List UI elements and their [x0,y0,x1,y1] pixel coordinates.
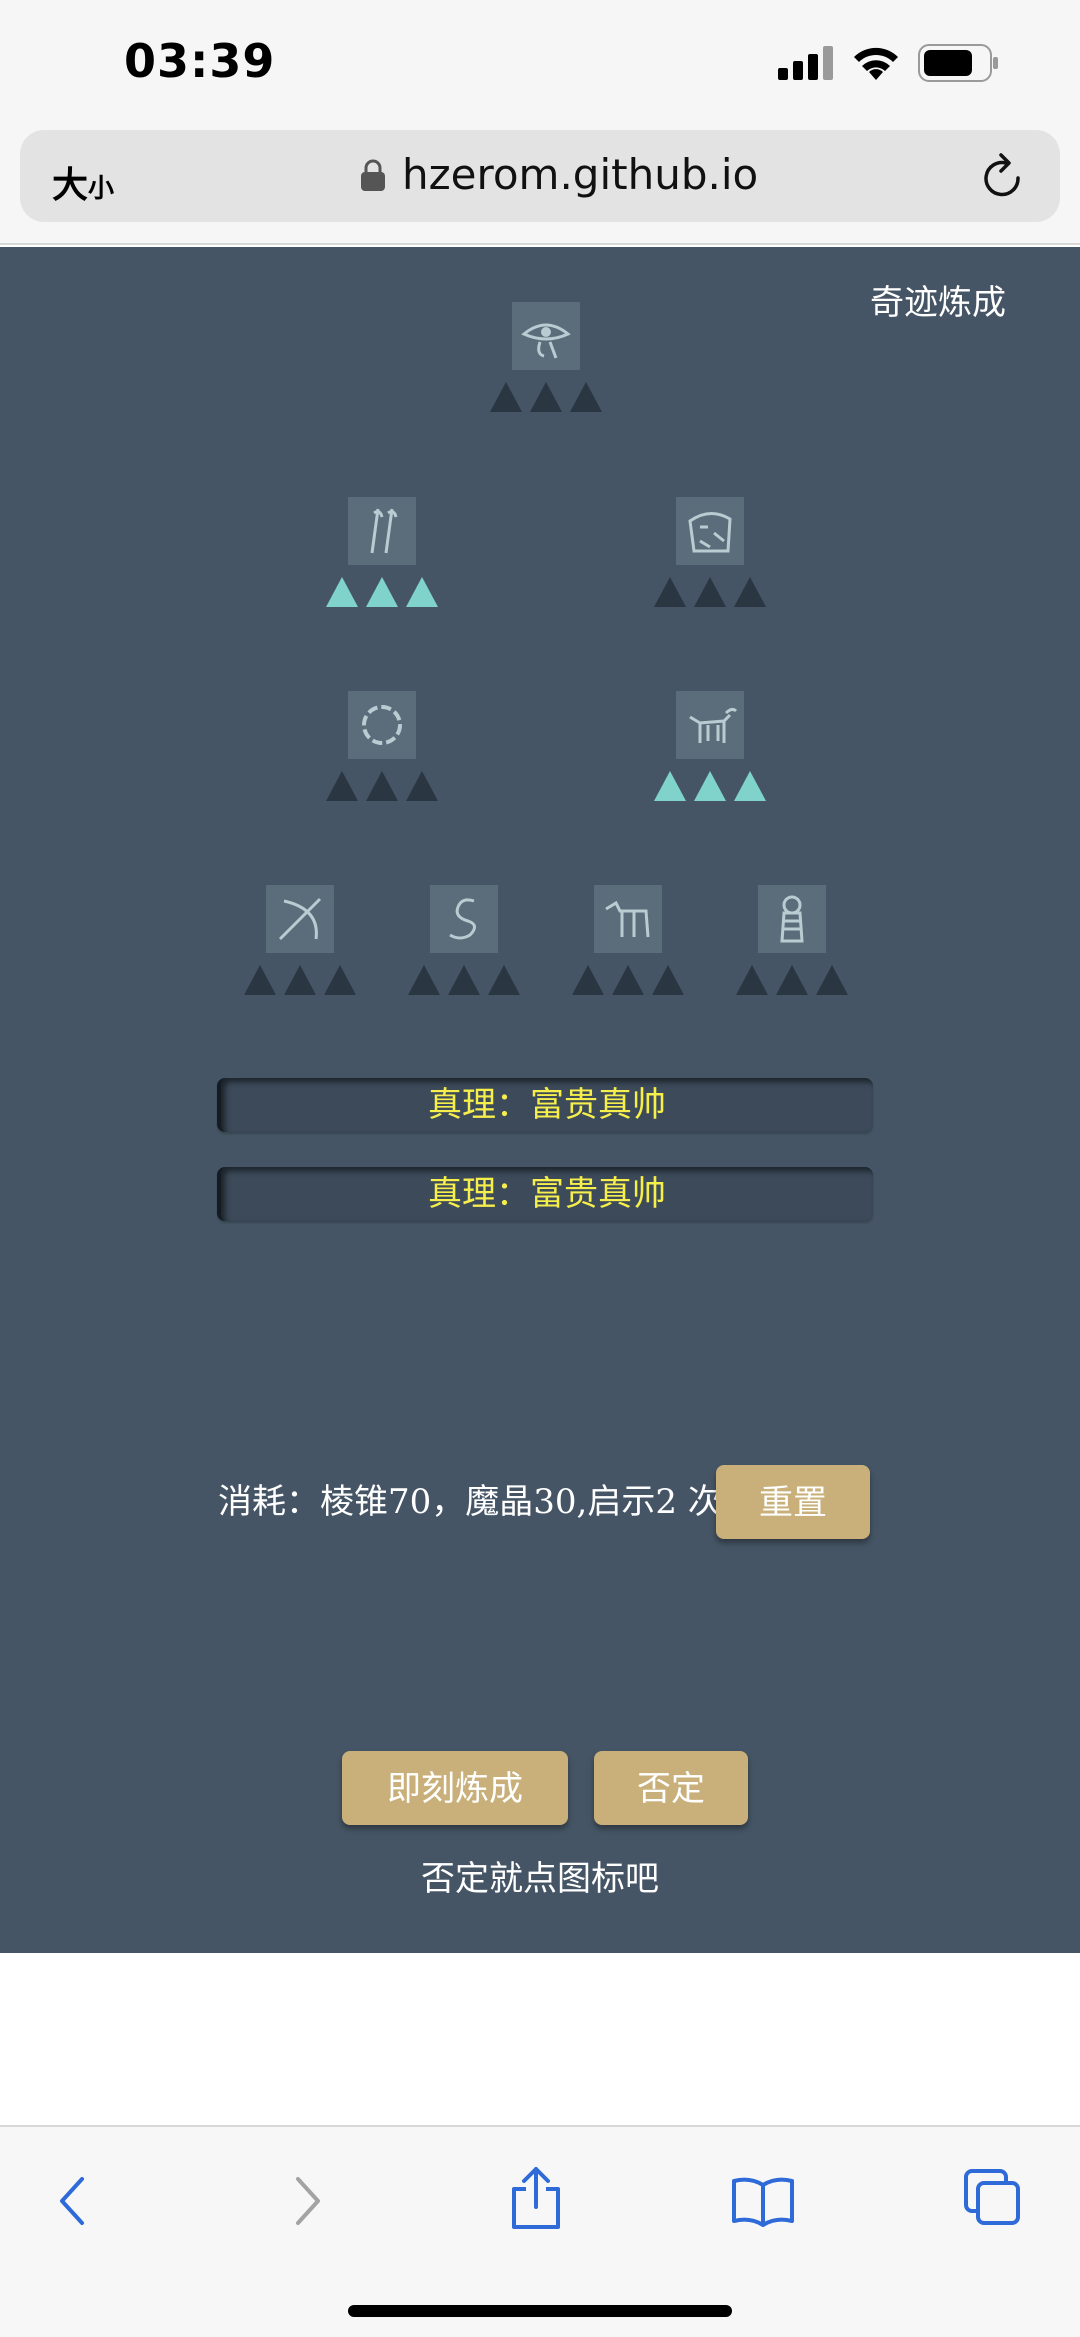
address-bar[interactable]: 大小 hzerom.github.io [20,130,1060,222]
lion-head-icon [676,497,744,565]
lock-icon [361,159,385,191]
alchemy-button[interactable]: 即刻炼成 [342,1751,568,1825]
status-time: 03:39 [124,34,276,88]
browser-top-bar: 大小 hzerom.github.io [0,125,1080,245]
browser-toolbar [0,2125,1080,2337]
mummy-icon [758,885,826,953]
share-icon[interactable] [508,2165,564,2231]
hint-text: 否定就点图标吧 [421,1859,659,1899]
serpent-icon [430,885,498,953]
glyph-lion-head[interactable] [650,497,770,607]
bookmarks-icon[interactable] [730,2175,796,2227]
truth-display-1: 真理：富贵真帅 [217,1078,873,1132]
eye-of-horus-icon [512,302,580,370]
ring-icon [348,691,416,759]
status-bar: 03:39 [0,0,1080,125]
level-indicator [568,965,688,999]
level-indicator [650,771,770,805]
alchemy-app: 奇迹炼成 真理：富贵真帅 真理：富贵真帅 消耗：棱锥70，魔晶30,启示2 次 … [0,247,1080,1953]
glyph-bow-arrow[interactable] [240,885,360,995]
app-title: 奇迹炼成 [870,283,1006,323]
glyph-bull[interactable] [650,691,770,801]
level-indicator [486,382,606,416]
level-indicator [650,577,770,611]
level-indicator [404,965,524,999]
glyph-reeds[interactable] [322,497,442,607]
level-indicator [322,771,442,805]
forward-icon[interactable] [288,2171,328,2231]
signal-icon [778,46,833,80]
truth-display-2: 真理：富贵真帅 [217,1167,873,1221]
battery-icon [918,44,998,82]
level-indicator [322,577,442,611]
level-indicator [732,965,852,999]
tabs-icon[interactable] [962,2167,1024,2229]
glyph-mummy[interactable] [732,885,852,995]
glyph-jackal[interactable] [568,885,688,995]
deny-button[interactable]: 否定 [594,1751,748,1825]
glyph-serpent[interactable] [404,885,524,995]
cost-text: 消耗：棱锥70，魔晶30,启示2 次 [218,1482,722,1522]
glyph-eye-of-horus[interactable] [486,302,606,412]
home-indicator [348,2305,732,2317]
level-indicator [240,965,360,999]
back-icon[interactable] [52,2171,92,2231]
jackal-icon [594,885,662,953]
bull-icon [676,691,744,759]
reeds-icon [348,497,416,565]
bow-arrow-icon [266,885,334,953]
reset-button[interactable]: 重置 [716,1465,870,1539]
url-text[interactable]: hzerom.github.io [402,150,758,199]
wifi-icon [854,47,898,80]
reload-icon[interactable] [980,150,1028,202]
text-size-button[interactable]: 大小 [52,156,114,208]
glyph-ring[interactable] [322,691,442,801]
